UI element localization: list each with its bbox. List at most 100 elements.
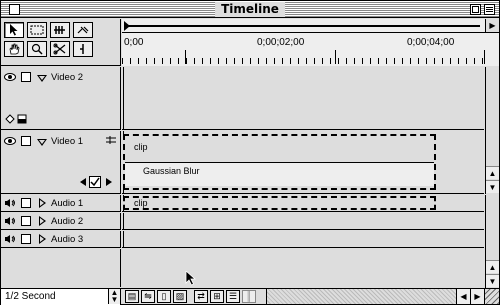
trim-mode-icon[interactable]: ☰ [226, 290, 240, 303]
ruler-ticks [122, 58, 484, 64]
time-zoom-value: 1/2 Second [5, 291, 56, 302]
track-height-icon[interactable]: ║ [242, 290, 256, 303]
timeline-window: Timeline ▶ 0;00 0;00;02;00 0;00;04;00 Vi… [0, 0, 500, 305]
effect-name: Gaussian Blur [143, 166, 200, 176]
track-area-audio-1[interactable]: clip [122, 195, 484, 212]
track-select-icon [54, 26, 65, 34]
empty-track-area[interactable] [122, 249, 484, 287]
edit-line [123, 213, 124, 230]
selection-arrow-tool[interactable] [4, 22, 24, 38]
scroll-down-button[interactable]: ▼ [486, 274, 499, 287]
expand-triangle-icon[interactable] [37, 139, 47, 146]
timecode-label: 0;00;02;00 [257, 37, 305, 48]
track-header-audio-2[interactable]: Audio 2 [1, 213, 121, 230]
scroll-up-button[interactable]: ▲ [486, 260, 499, 273]
track-header-audio-3[interactable]: Audio 3 [1, 231, 121, 248]
range-select-icon [30, 25, 44, 35]
lock-box[interactable] [21, 216, 31, 226]
track-name: Video 2 [51, 72, 84, 83]
next-keyframe-icon[interactable] [103, 176, 115, 188]
link-icon [77, 26, 89, 34]
track-header-video-1[interactable]: Video 1 [1, 131, 121, 194]
work-area-bar[interactable]: ▶ [122, 19, 499, 33]
expand-triangle-icon[interactable] [37, 75, 47, 82]
scroll-right-button[interactable]: ▶ [470, 289, 484, 304]
track-options-icon[interactable]: ▤ [125, 290, 139, 303]
track-name: Audio 3 [51, 234, 84, 245]
video-clip[interactable]: clip Gaussian Blur [123, 134, 436, 190]
scroll-up-button[interactable]: ▲ [486, 166, 499, 179]
scroll-down-button[interactable]: ▼ [486, 180, 499, 193]
timecode-label: 0;00 [124, 37, 144, 48]
link-tool[interactable] [73, 22, 93, 38]
tool-palette [1, 19, 121, 66]
time-zoom-select[interactable]: 1/2 Second ▲ ▼ [1, 289, 121, 305]
scroll-left-button[interactable]: ◀ [456, 289, 470, 304]
toggle-shift-icon[interactable]: ⊞ [210, 290, 224, 303]
track-area-video-2[interactable] [122, 67, 484, 130]
in-out-tool[interactable] [73, 41, 93, 57]
lock-box[interactable] [21, 234, 31, 244]
eye-icon[interactable] [4, 135, 16, 147]
audio-clip[interactable]: clip [123, 196, 436, 210]
opacity-rubberband-icon[interactable] [16, 113, 28, 125]
audio-vertical-scrollbar[interactable]: ▲ ▼ [485, 195, 499, 288]
ruler-major-tick [484, 50, 485, 64]
zoom-tool[interactable] [27, 41, 47, 57]
ruler-scroll-right-button[interactable]: ▶ [485, 19, 499, 32]
snap-icon[interactable]: ⇋ [141, 290, 155, 303]
razor-tool[interactable] [50, 41, 70, 57]
speaker-icon[interactable] [4, 197, 16, 209]
title-bar[interactable]: Timeline [1, 1, 499, 18]
edge-view-icon[interactable]: ▯ [157, 290, 171, 303]
video-vertical-scrollbar[interactable]: ▲ ▼ [485, 67, 499, 194]
track-name: Video 1 [51, 136, 84, 147]
keyframe-checkbox[interactable] [89, 176, 101, 188]
lock-box[interactable] [21, 198, 31, 208]
track-select-tool[interactable] [50, 22, 70, 38]
expand-triangle-icon[interactable] [39, 216, 46, 226]
eye-icon[interactable] [4, 71, 16, 83]
edit-line [123, 231, 124, 248]
lock-box[interactable] [21, 136, 31, 146]
time-ruler[interactable]: ▶ 0;00 0;00;02;00 0;00;04;00 [122, 19, 499, 66]
collapse-box[interactable] [484, 4, 495, 15]
track-header-video-2[interactable]: Video 2 [1, 67, 121, 130]
track-header-audio-1[interactable]: Audio 1 [1, 195, 121, 212]
ruler-major-tick [185, 50, 186, 64]
sync-icon[interactable]: ⇄ [194, 290, 208, 303]
keyframe-icon[interactable] [4, 113, 16, 125]
effect-bar[interactable]: Gaussian Blur [125, 162, 434, 186]
horizontal-scrollbar[interactable] [266, 289, 456, 304]
close-box[interactable] [9, 4, 20, 15]
clip-name: clip [134, 142, 148, 152]
empty-header-area [1, 249, 121, 287]
track-area-video-1[interactable]: clip Gaussian Blur [122, 131, 484, 194]
previous-keyframe-icon[interactable] [77, 176, 89, 188]
track-name: Audio 2 [51, 216, 84, 227]
ruler-marks[interactable]: 0;00 0;00;02;00 0;00;04;00 [122, 33, 499, 66]
track-area-audio-2[interactable] [122, 213, 484, 230]
expand-triangle-icon[interactable] [39, 198, 46, 208]
hand-tool[interactable] [4, 41, 24, 57]
window-title: Timeline [215, 2, 285, 17]
ruler-major-tick [335, 50, 336, 64]
magnifier-icon [31, 43, 43, 55]
expand-triangle-icon[interactable] [39, 234, 46, 244]
speaker-icon[interactable] [4, 233, 16, 245]
updown-arrows-icon[interactable]: ▲ ▼ [108, 289, 120, 304]
in-point-icon [80, 44, 84, 54]
track-name: Audio 1 [51, 198, 84, 209]
sync-mode-icon[interactable] [105, 134, 117, 146]
shift-tracks-icon[interactable]: ▨ [173, 290, 187, 303]
range-select-tool[interactable] [27, 22, 47, 38]
scissors-icon [53, 43, 66, 55]
zoom-box[interactable] [470, 4, 481, 15]
speaker-icon[interactable] [4, 215, 16, 227]
edit-line [123, 67, 124, 130]
resize-grip[interactable] [484, 289, 499, 304]
track-area-audio-3[interactable] [122, 231, 484, 248]
bottom-bar: 1/2 Second ▲ ▼ ▤ ⇋ ▯ ▨ ⇄ ⊞ ☰ ║ ◀ ▶ [1, 288, 499, 305]
lock-box[interactable] [21, 72, 31, 82]
arrow-icon [10, 24, 18, 36]
